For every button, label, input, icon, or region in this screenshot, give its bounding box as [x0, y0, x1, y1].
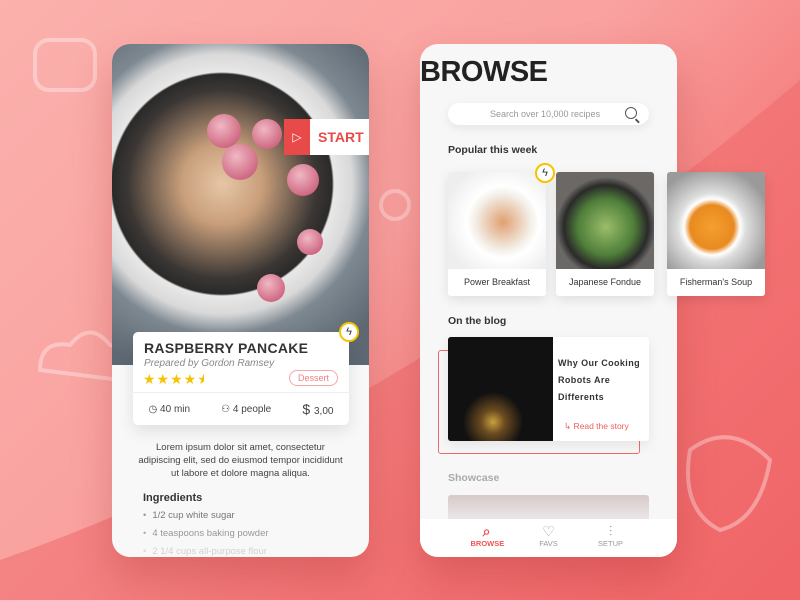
dollar-icon: $ [302, 401, 314, 417]
price-info: $ 3,00 [302, 401, 334, 417]
servings-info: ⚇ 4 people [221, 403, 272, 415]
start-button[interactable]: ▷ START [284, 119, 369, 155]
nav-favs[interactable]: ♡ FAVS [533, 523, 565, 557]
robot-icon [33, 38, 97, 92]
cherry-icon [379, 189, 411, 221]
star-rating: ★★★★★ [143, 371, 204, 387]
blog-heading: On the blog [448, 315, 507, 327]
recipe-title: RASPBERRY PANCAKE [144, 340, 309, 356]
bottom-nav: ⌕ BROWSE ♡ FAVS ⫶ SETUP [420, 519, 677, 557]
start-label: START [318, 129, 364, 145]
category-tag[interactable]: Dessert [288, 370, 338, 386]
search-input[interactable]: Search over 10,000 recipes [448, 103, 649, 125]
blog-photo [448, 337, 553, 441]
browse-screen: BROWSE Search over 10,000 recipes Popula… [420, 44, 765, 557]
sliders-icon: ⫶ [608, 523, 613, 539]
showcase-heading: Showcase [448, 472, 500, 484]
recipe-info-card: ϟ RASPBERRY PANCAKE Prepared by Gordon R… [133, 322, 359, 425]
lightning-icon: ϟ [339, 322, 359, 342]
recipe-photo [112, 44, 369, 365]
search-icon: ⌕ [482, 523, 491, 539]
ingredient-item: 1/2 cup white sugar [143, 510, 269, 521]
recipe-author: Prepared by Gordon Ramsey [144, 358, 275, 369]
page-title: BROWSE [420, 56, 548, 88]
chef-hat-icon [37, 330, 126, 383]
recipe-description: Lorem ipsum dolor sit amet, consectetur … [138, 442, 343, 479]
ingredients-heading: Ingredients [143, 492, 203, 504]
nav-setup[interactable]: ⫶ SETUP [595, 523, 627, 557]
ingredients-list: 1/2 cup white sugar 4 teaspoons baking p… [143, 510, 269, 557]
play-icon: ▷ [292, 130, 302, 144]
popular-heading: Popular this week [448, 144, 538, 156]
clock-icon: ◷ [148, 403, 161, 415]
ingredient-item: 2 1/4 cups all-purpose flour [143, 546, 269, 557]
popular-card[interactable]: Japanese Fondue [556, 172, 654, 296]
recipe-detail-screen: ▷ START ϟ RASPBERRY PANCAKE Prepared by … [112, 44, 369, 557]
popular-card[interactable]: Power Breakfast [448, 172, 546, 296]
ingredient-item: 4 teaspoons baking powder [143, 528, 268, 539]
nav-browse[interactable]: ⌕ BROWSE [471, 523, 505, 557]
search-icon[interactable] [625, 107, 637, 119]
heart-icon: ♡ [542, 523, 555, 539]
popular-card[interactable]: Fisherman's Soup [667, 172, 765, 296]
people-icon: ⚇ [221, 403, 233, 415]
read-story-link[interactable]: ↳ Read the story [564, 421, 629, 432]
lightning-icon: ϟ [535, 163, 555, 183]
blog-card[interactable]: Why Our Cooking Robots Are Differents ↳ … [448, 337, 649, 441]
blog-title: Why Our Cooking Robots Are Differents [558, 358, 640, 402]
time-info: ◷ 40 min [148, 403, 191, 415]
